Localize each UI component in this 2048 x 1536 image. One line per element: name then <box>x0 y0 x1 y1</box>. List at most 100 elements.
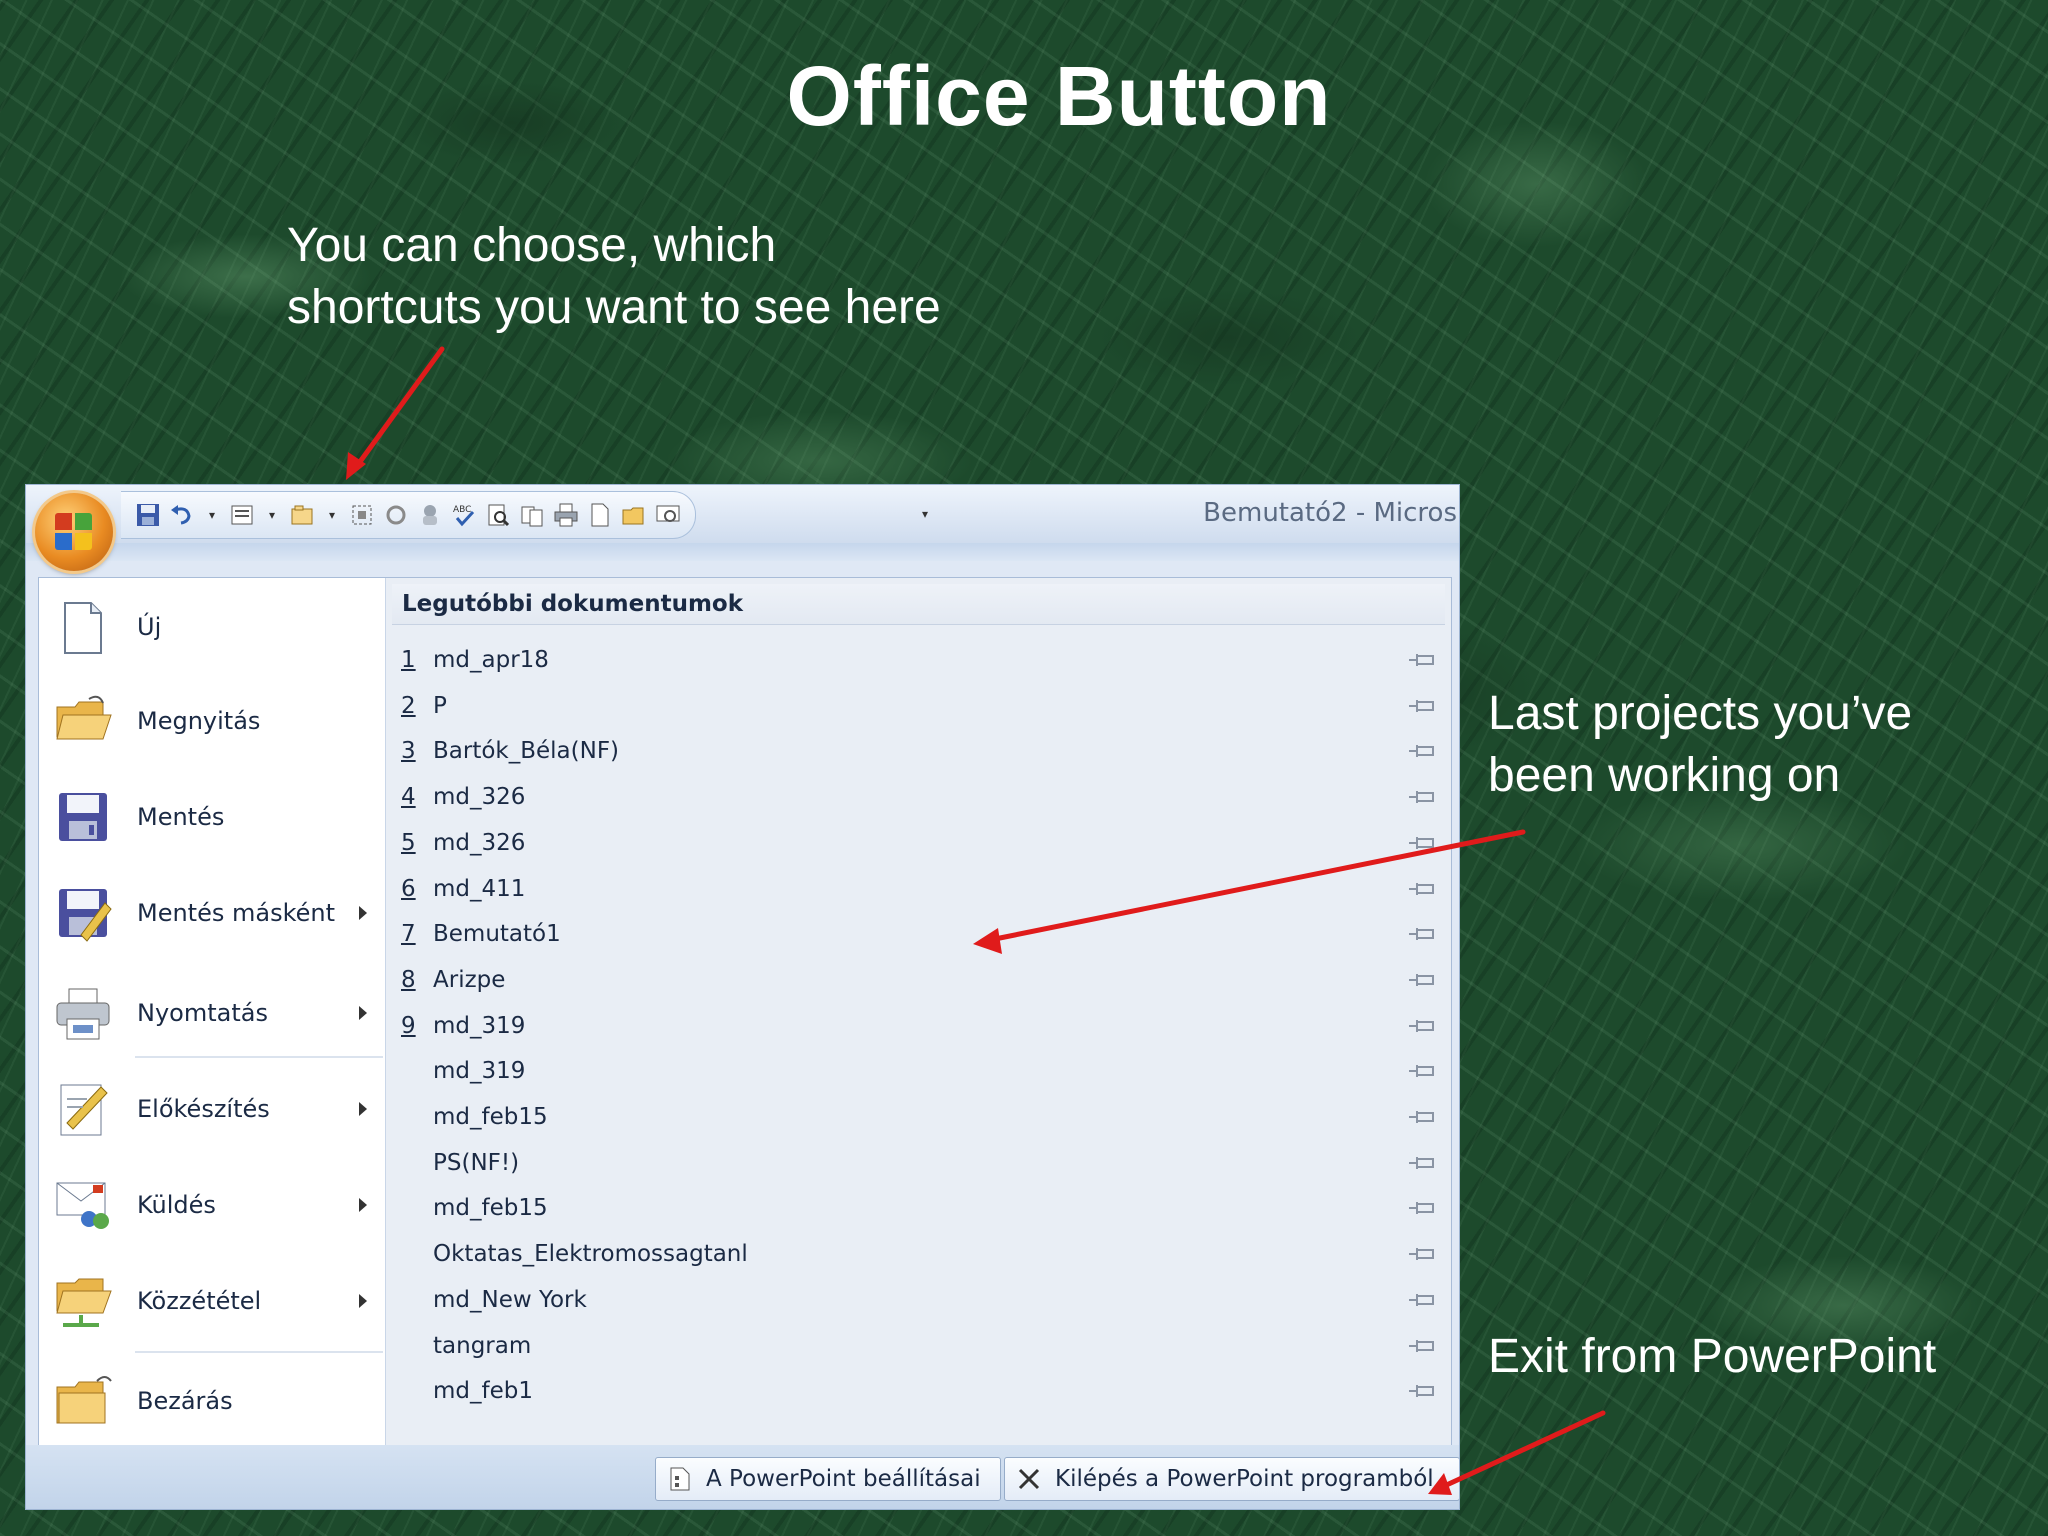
recent-document-item[interactable]: md_319 <box>386 1049 1451 1094</box>
recent-document-item[interactable]: 8 Arizpe <box>386 958 1451 1003</box>
recent-document-name: md_feb1 <box>433 1378 533 1405</box>
menu-item-print[interactable]: Nyomtatás <box>39 968 385 1058</box>
recent-document-item[interactable]: 5 md_326 <box>386 821 1451 866</box>
new-slide-icon[interactable] <box>287 500 317 530</box>
pin-icon[interactable] <box>1407 651 1437 669</box>
pin-icon[interactable] <box>1407 834 1437 852</box>
recent-document-number: 6 <box>401 875 416 902</box>
redo-icon[interactable] <box>381 500 411 530</box>
recent-document-name: md_326 <box>433 829 526 856</box>
menu-item-open[interactable]: Megnyitás <box>39 676 385 766</box>
pin-icon[interactable] <box>1407 1108 1437 1126</box>
recent-document-item[interactable]: PS(NF!) <box>386 1141 1451 1186</box>
exit-powerpoint-button[interactable]: Kilépés a PowerPoint programból <box>1004 1457 1459 1501</box>
recent-document-item[interactable]: tangram <box>386 1324 1451 1369</box>
close-icon <box>1018 1468 1040 1490</box>
customize-dropdown-icon[interactable]: ▾ <box>914 499 936 529</box>
pin-icon[interactable] <box>1407 880 1437 898</box>
menu-item-save[interactable]: Mentés <box>39 772 385 862</box>
layout-icon[interactable] <box>227 500 257 530</box>
new-document-icon[interactable] <box>585 500 615 530</box>
pin-icon[interactable] <box>1407 697 1437 715</box>
shortcuts-annotation: You can choose, which shortcuts you want… <box>287 215 941 339</box>
undo-dropdown-icon[interactable]: ▾ <box>201 500 223 530</box>
recent-document-number: 8 <box>401 966 416 993</box>
recent-document-number: 7 <box>401 921 416 948</box>
print-icon[interactable] <box>551 500 581 530</box>
recent-document-item[interactable]: 4 md_326 <box>386 775 1451 820</box>
powerpoint-options-button[interactable]: A PowerPoint beállításai <box>655 1457 1001 1501</box>
recent-document-item[interactable]: 1 md_apr18 <box>386 638 1451 683</box>
recent-document-item[interactable]: md_feb15 <box>386 1095 1451 1140</box>
pin-icon[interactable] <box>1407 742 1437 760</box>
open-folder-icon[interactable] <box>619 500 649 530</box>
select-all-icon[interactable] <box>347 500 377 530</box>
recent-document-name: md_feb15 <box>433 1195 548 1222</box>
menu-item-new[interactable]: Új <box>39 582 385 672</box>
arrowhead-icon <box>346 452 366 480</box>
pin-icon[interactable] <box>1407 1062 1437 1080</box>
publish-icon <box>56 1278 112 1327</box>
exit-button-label: Kilépés a PowerPoint programból <box>1055 1466 1434 1492</box>
annotation-line: Exit from PowerPoint <box>1488 1330 1937 1383</box>
undo-icon[interactable] <box>167 500 197 530</box>
recent-document-item[interactable]: 3 Bartók_Béla(NF) <box>386 729 1451 774</box>
shortcuts-arrow <box>351 346 445 473</box>
quick-access-toolbar: ▾ ▾ ▾ ABC ▾ Bemutató2 - Micros <box>26 485 1459 544</box>
pin-icon[interactable] <box>1407 788 1437 806</box>
menu-item-prepare[interactable]: Előkészítés <box>39 1064 385 1154</box>
new-slide-dropdown-icon[interactable]: ▾ <box>321 500 343 530</box>
menu-item-close[interactable]: Bezárás <box>39 1356 385 1446</box>
recent-document-item[interactable]: 9 md_319 <box>386 1004 1451 1049</box>
copy-format-icon[interactable] <box>517 500 547 530</box>
recent-document-item[interactable]: md_New York <box>386 1278 1451 1323</box>
recent-document-number: 1 <box>401 647 416 673</box>
quick-access-icons: ▾ ▾ ▾ ABC <box>121 491 696 539</box>
layout-dropdown-icon[interactable]: ▾ <box>261 500 283 530</box>
pin-icon[interactable] <box>1407 1245 1437 1263</box>
recent-documents-header: Legutóbbi dokumentumok <box>392 584 1445 625</box>
recent-document-name: Bartók_Béla(NF) <box>433 738 620 765</box>
menu-item-label: Bezárás <box>137 1387 233 1415</box>
prepare-icon <box>60 1084 108 1136</box>
close-folder-icon <box>56 1376 112 1424</box>
attach-icon[interactable] <box>415 500 445 530</box>
pin-icon[interactable] <box>1407 971 1437 989</box>
annotation-line: Last projects you’ve <box>1488 687 1913 740</box>
menu-item-save-as[interactable]: Mentés másként <box>39 868 385 958</box>
svg-text:ABC: ABC <box>453 505 471 515</box>
pin-icon[interactable] <box>1407 1291 1437 1309</box>
recent-document-name: PS(NF!) <box>433 1149 520 1176</box>
pin-icon[interactable] <box>1407 925 1437 943</box>
recent-document-name: md_feb15 <box>433 1104 548 1130</box>
save-as-icon <box>59 889 112 942</box>
office-button[interactable] <box>35 493 113 571</box>
pin-icon[interactable] <box>1407 1017 1437 1035</box>
recent-document-item[interactable]: 7 Bemutató1 <box>386 912 1451 957</box>
recent-document-name: Arizpe <box>433 966 506 993</box>
pin-icon[interactable] <box>1407 1199 1437 1217</box>
options-button-label: A PowerPoint beállításai <box>706 1466 981 1492</box>
submenu-arrow-icon <box>359 1198 367 1212</box>
pin-icon[interactable] <box>1407 1382 1437 1400</box>
recent-document-item[interactable]: 2P <box>386 684 1451 729</box>
recent-document-name: Oktatas_Elektromossagtanl <box>433 1241 748 1268</box>
menu-item-send[interactable]: Küldés <box>39 1160 385 1250</box>
save-icon[interactable] <box>133 500 163 530</box>
pin-icon[interactable] <box>1407 1337 1437 1355</box>
send-icon <box>56 1182 109 1229</box>
recent-document-item[interactable]: md_feb1 <box>386 1369 1451 1414</box>
spelling-icon[interactable]: ABC <box>449 500 479 530</box>
submenu-arrow-icon <box>359 1006 367 1020</box>
menu-commands: Új Megnyitás Mentés Mentés másként Nyomt… <box>39 578 386 1446</box>
menu-item-publish[interactable]: Közzététel <box>39 1256 385 1346</box>
exit-arrow <box>1437 1410 1606 1491</box>
menu-item-label: Mentés <box>137 803 225 831</box>
pin-icon[interactable] <box>1407 1154 1437 1172</box>
recent-document-item[interactable]: Oktatas_Elektromossagtanl <box>386 1232 1451 1277</box>
print-preview-icon[interactable] <box>483 500 513 530</box>
recent-document-item[interactable]: md_feb15 <box>386 1186 1451 1231</box>
slideshow-icon[interactable] <box>653 500 683 530</box>
recent-document-item[interactable]: 6 md_411 <box>386 867 1451 912</box>
office-window: ▾ ▾ ▾ ABC ▾ Bemutató2 - Micros Új Megnyi… <box>25 484 1460 1510</box>
